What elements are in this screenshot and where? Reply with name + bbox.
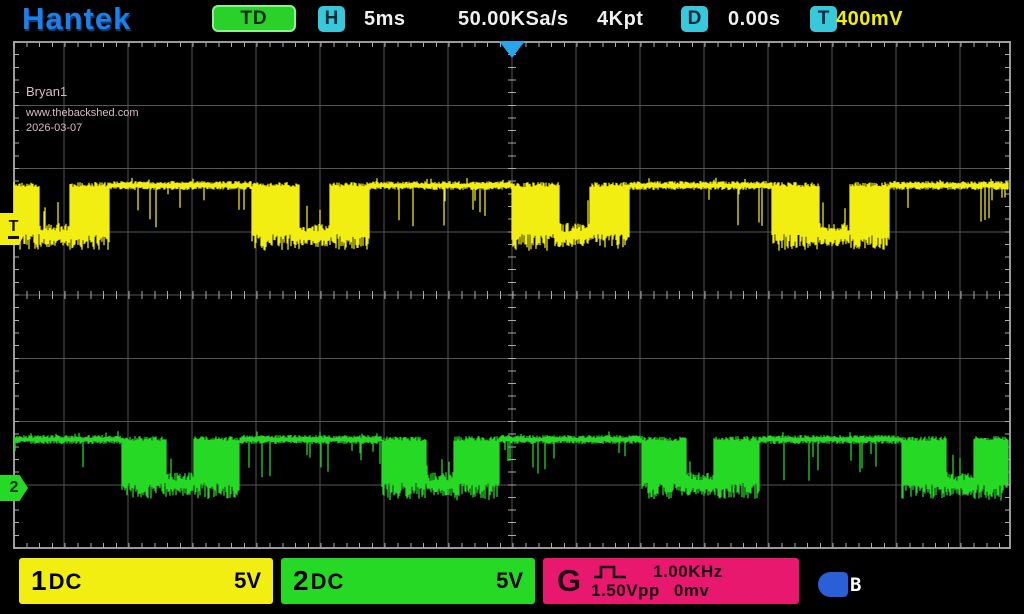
ch2-coupling: DC xyxy=(311,569,345,595)
trigger-level-readout: 400mV xyxy=(836,8,903,31)
oscilloscope-screen: Hantek TD H 5ms 50.00KSa/s 4Kpt D 0.00s … xyxy=(0,0,1024,614)
timebase-readout: 5ms xyxy=(364,8,406,31)
trigger-menu-badge[interactable]: T xyxy=(810,6,837,32)
trigger-marker-underline xyxy=(8,236,19,239)
acquisition-status-badge[interactable]: TD xyxy=(212,5,296,32)
ch1-scale: 5V xyxy=(234,568,261,594)
annotation-date: 2026-03-07 xyxy=(26,121,139,136)
annotation-website: www.thebackshed.com xyxy=(26,106,139,121)
ch1-status-box[interactable]: 1 DC 5V xyxy=(19,558,273,604)
ch1-number: 1 xyxy=(31,565,47,597)
waveform-display xyxy=(0,0,1024,614)
generator-offset: 0mv xyxy=(674,581,710,601)
trigger-marker-label: T xyxy=(9,220,19,234)
top-status-bar: Hantek TD H 5ms 50.00KSa/s 4Kpt D 0.00s … xyxy=(0,0,1024,38)
sample-rate-readout: 50.00KSa/s xyxy=(458,8,569,31)
memory-depth-readout: 4Kpt xyxy=(597,8,643,31)
ch1-coupling: DC xyxy=(49,569,83,595)
trigger-position-marker[interactable] xyxy=(499,41,525,58)
usb-icon xyxy=(818,572,848,597)
usb-device-label: B xyxy=(850,574,861,596)
generator-amplitude: 1.50Vpp xyxy=(591,581,660,601)
generator-label: G xyxy=(557,563,581,599)
annotation-username: Bryan1 xyxy=(26,84,139,99)
generator-readouts: 1.00KHz 1.50Vpp 0mv xyxy=(591,562,723,601)
square-wave-icon xyxy=(591,563,629,581)
usb-device-indicator: B xyxy=(818,572,861,597)
user-annotation: Bryan1 www.thebackshed.com 2026-03-07 xyxy=(26,84,139,136)
brand-logo: Hantek xyxy=(22,1,131,37)
ch2-marker-label: 2 xyxy=(10,479,19,497)
generator-status-box[interactable]: G 1.00KHz 1.50Vpp 0mv xyxy=(543,558,799,604)
ch2-scale: 5V xyxy=(496,568,523,594)
delay-menu-badge[interactable]: D xyxy=(681,6,708,32)
generator-frequency: 1.00KHz xyxy=(653,562,723,582)
ch2-number: 2 xyxy=(293,565,309,597)
horizontal-menu-badge[interactable]: H xyxy=(318,6,345,32)
bottom-status-bar: 1 DC 5V 2 DC 5V G 1.00KHz 1.50Vpp 0mv xyxy=(0,556,1024,614)
ch2-status-box[interactable]: 2 DC 5V xyxy=(281,558,535,604)
horizontal-offset-readout: 0.00s xyxy=(728,8,781,31)
